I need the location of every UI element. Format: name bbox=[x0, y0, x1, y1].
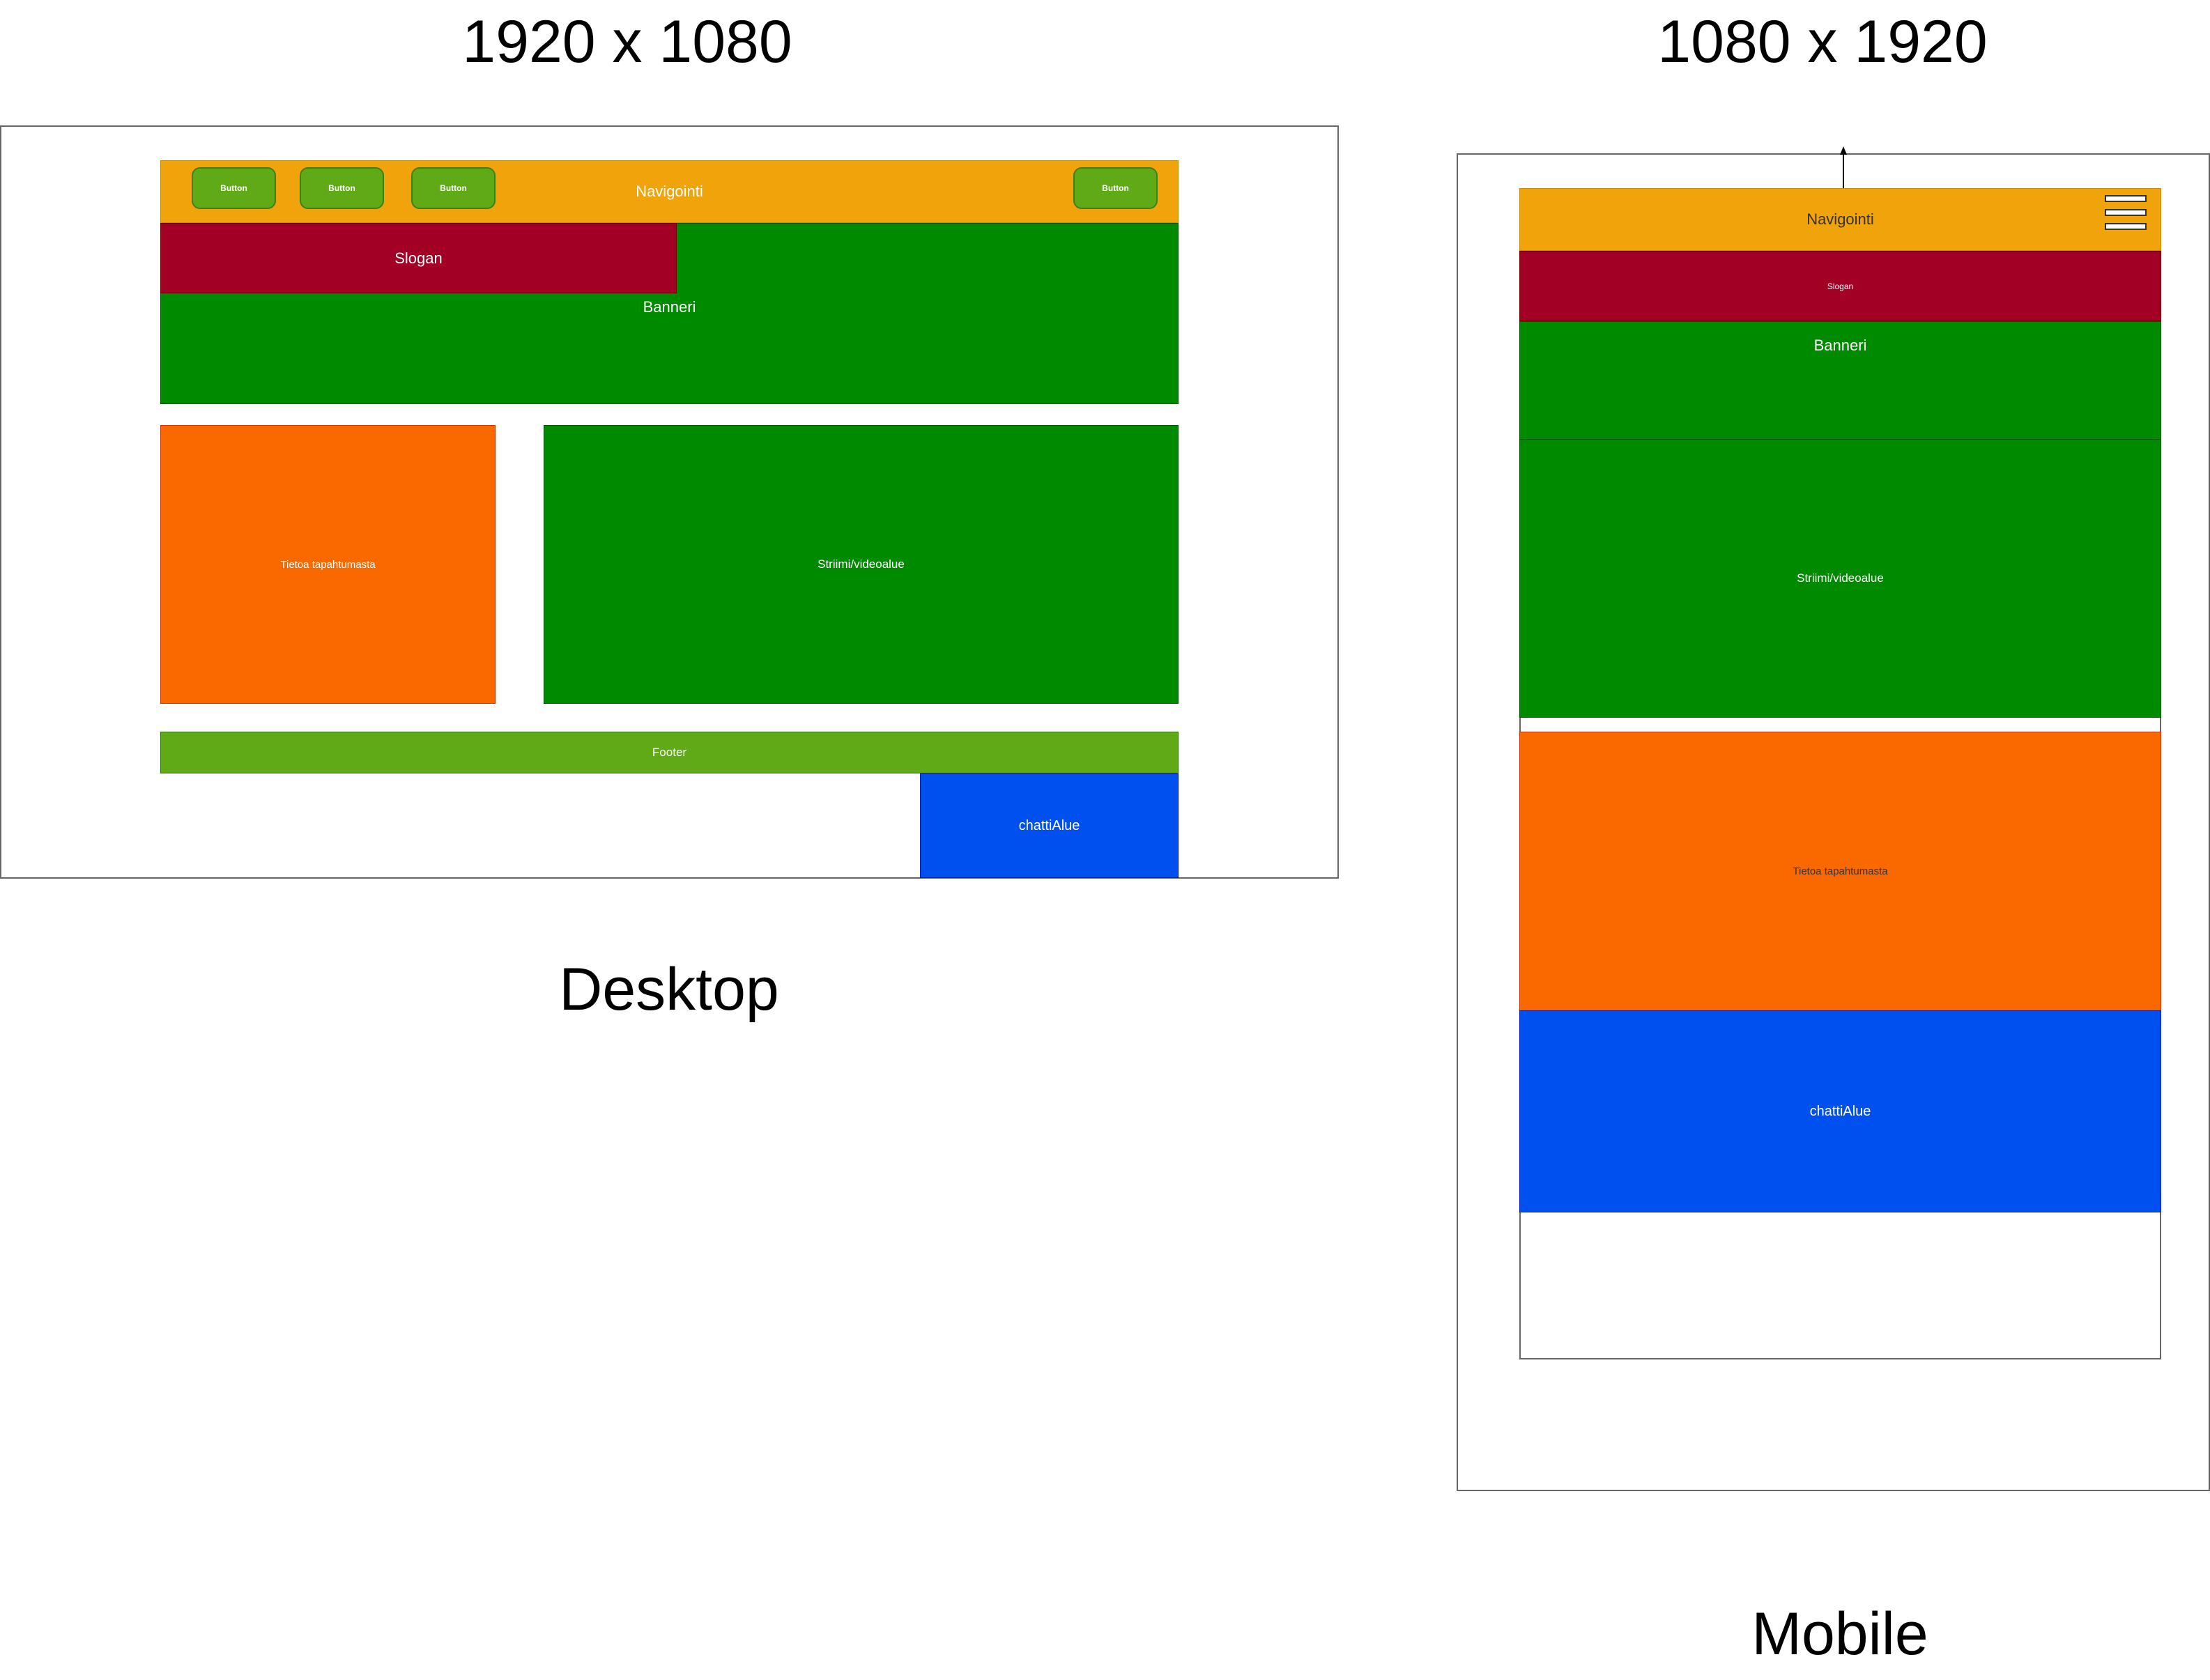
desktop-info-panel: Tietoa tapahtumasta bbox=[160, 425, 496, 704]
desktop-resolution-title: 1920 x 1080 bbox=[462, 8, 792, 75]
mobile-banner-label: Banneri bbox=[1813, 337, 1867, 354]
mobile-nav-label: Navigointi bbox=[1806, 210, 1874, 228]
mobile-slogan-label: Slogan bbox=[1827, 281, 1854, 291]
mobile-stream-area: Striimi/videoalue bbox=[1519, 439, 2161, 718]
desktop-nav-button-4[interactable]: Button bbox=[1073, 167, 1158, 209]
desktop-slogan-label: Slogan bbox=[394, 249, 443, 267]
mobile-caption: Mobile bbox=[1751, 1600, 1928, 1667]
mobile-slogan: Slogan bbox=[1519, 251, 2161, 321]
desktop-chat-label: chattiAlue bbox=[1018, 817, 1080, 833]
connector-arrow bbox=[1840, 146, 1847, 190]
desktop-nav-button-3[interactable]: Button bbox=[411, 167, 496, 209]
desktop-nav-button-1[interactable]: Button bbox=[192, 167, 276, 209]
desktop-nav-button-2[interactable]: Button bbox=[300, 167, 384, 209]
desktop-info-label: Tietoa tapahtumasta bbox=[280, 558, 376, 571]
desktop-nav-label: Navigointi bbox=[636, 183, 703, 200]
desktop-chat-area: chattiAlue bbox=[920, 773, 1179, 878]
desktop-stream-label: Striimi/videoalue bbox=[818, 557, 905, 571]
desktop-caption: Desktop bbox=[559, 955, 779, 1023]
mobile-chat-area: chattiAlue bbox=[1519, 1010, 2161, 1212]
mobile-stream-label: Striimi/videoalue bbox=[1797, 571, 1884, 585]
hamburger-icon[interactable] bbox=[2105, 194, 2147, 233]
desktop-banner-label: Banneri bbox=[643, 298, 696, 316]
desktop-slogan: Slogan bbox=[160, 223, 677, 293]
mobile-resolution-title: 1080 x 1920 bbox=[1657, 8, 1988, 75]
desktop-footer-label: Footer bbox=[652, 746, 687, 759]
mobile-banner: Banneri bbox=[1519, 321, 2161, 440]
mobile-info-label: Tietoa tapahtumasta bbox=[1793, 865, 1888, 877]
mobile-info-panel: Tietoa tapahtumasta bbox=[1519, 732, 2161, 1011]
desktop-footer: Footer bbox=[160, 732, 1179, 773]
desktop-stream-area: Striimi/videoalue bbox=[544, 425, 1179, 704]
mobile-nav: Navigointi bbox=[1519, 188, 2161, 251]
mobile-chat-label: chattiAlue bbox=[1809, 1103, 1871, 1119]
